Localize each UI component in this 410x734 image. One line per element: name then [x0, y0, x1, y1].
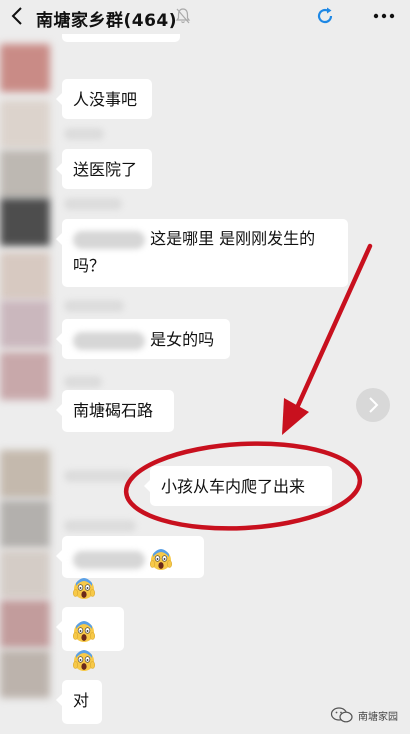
sender-name — [64, 300, 124, 312]
sender-name — [64, 128, 104, 140]
redacted-text — [73, 230, 145, 249]
screaming-face-icon — [73, 577, 95, 599]
message-text: 这是哪里 是刚刚发生的 — [150, 229, 316, 248]
avatar[interactable] — [0, 150, 50, 198]
screaming-face-icon — [73, 649, 95, 671]
screaming-face-icon — [73, 620, 95, 642]
wechat-logo-icon — [330, 707, 353, 723]
message-bubble[interactable] — [56, 536, 204, 599]
watermark: 南塘家园 — [330, 705, 398, 725]
avatar[interactable] — [0, 500, 50, 548]
message-text: 送医院了 — [73, 160, 138, 179]
chat-header: 南塘家乡群(464) — [0, 0, 410, 34]
message-bubble[interactable]: 送医院了 — [56, 149, 152, 189]
redacted-text — [73, 550, 145, 569]
message-text: 小孩从车内爬了出来 — [161, 477, 306, 496]
avatar[interactable] — [0, 550, 50, 598]
avatar[interactable] — [0, 650, 50, 698]
more-icon[interactable] — [372, 8, 396, 24]
watermark-text: 南塘家园 — [358, 711, 398, 723]
avatar[interactable] — [0, 198, 50, 246]
message-bubble[interactable]: 小孩从车内爬了出来 — [144, 466, 332, 506]
message-bubble[interactable]: 南塘碣石路 — [56, 390, 174, 432]
message-text: 南塘碣石路 — [73, 401, 154, 420]
message-bubble[interactable] — [56, 607, 124, 671]
sender-name — [64, 520, 136, 532]
message-text: 吗？ — [73, 256, 106, 275]
message-bubble[interactable]: 对 — [56, 680, 102, 724]
mute-icon — [175, 8, 191, 24]
avatar[interactable] — [0, 352, 50, 400]
refresh-icon[interactable] — [315, 6, 335, 26]
message-text: 对 — [73, 691, 90, 710]
redacted-text — [73, 331, 145, 350]
forward-button[interactable] — [356, 388, 390, 422]
message-text: 人没事吧 — [73, 90, 138, 109]
avatar[interactable] — [0, 100, 50, 148]
back-icon[interactable] — [8, 5, 28, 27]
avatar[interactable] — [0, 300, 50, 348]
previous-message-fragment — [62, 34, 180, 42]
avatar[interactable] — [0, 252, 50, 300]
screaming-face-icon — [150, 548, 173, 570]
message-text: 是女的吗 — [150, 330, 215, 349]
sender-name — [64, 470, 134, 482]
message-bubble[interactable]: 是女的吗 — [56, 319, 230, 359]
chat-title: 南塘家乡群(464) — [36, 11, 178, 31]
message-bubble[interactable]: 人没事吧 — [56, 79, 152, 119]
annotation-arrow-head — [282, 398, 309, 435]
message-bubble[interactable]: 这是哪里 是刚刚发生的 吗？ — [56, 219, 348, 287]
avatar[interactable] — [0, 450, 50, 498]
avatar[interactable] — [0, 44, 50, 92]
chevron-right-icon — [369, 397, 379, 413]
avatar[interactable] — [0, 600, 50, 648]
sender-name — [64, 198, 122, 210]
sender-name — [64, 376, 102, 388]
